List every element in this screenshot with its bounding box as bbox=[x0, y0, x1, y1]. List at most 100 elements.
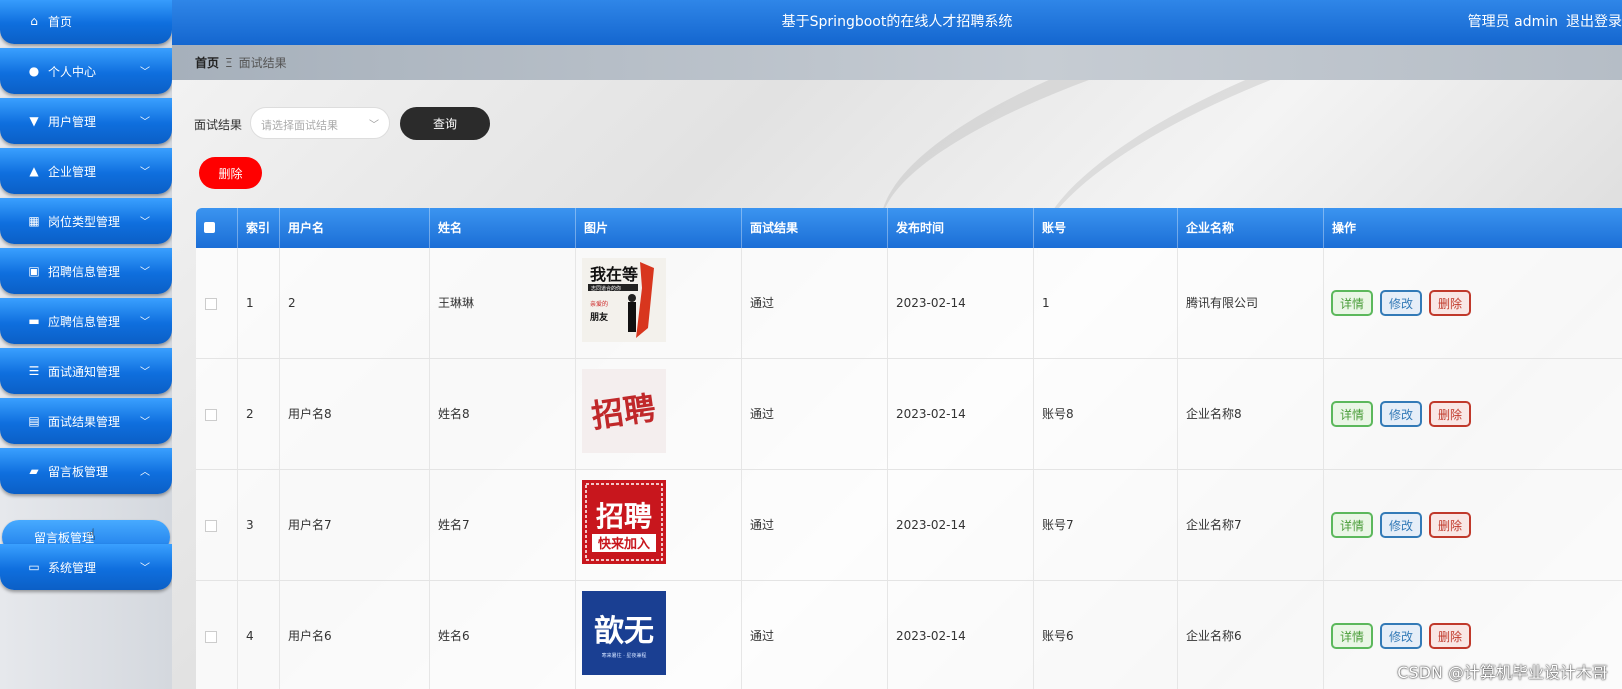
users-icon: ▼ bbox=[29, 114, 39, 128]
sidebar-item-application[interactable]: ▬ 应聘信息管理 ﹀ bbox=[0, 298, 172, 344]
app-title: 基于Springboot的在线人才招聘系统 bbox=[781, 14, 1013, 30]
poster-title: 我在等 bbox=[590, 265, 638, 284]
chevron-down-icon: ﹀ bbox=[140, 417, 150, 428]
table-row: 1 2 王琳琳 通过 2023-02-14 1 腾讯有限公司 我在等 志同道合的… bbox=[196, 248, 1622, 359]
header-company: 企业名称 bbox=[1178, 208, 1324, 248]
breadcrumb-current: 面试结果 bbox=[238, 56, 287, 70]
cell-username: 2 bbox=[280, 248, 430, 358]
delete-button[interactable]: 删除 bbox=[1429, 290, 1471, 316]
filter-label: 面试结果 bbox=[194, 118, 243, 132]
poster-subtitle: 志同道合的你 bbox=[591, 285, 621, 292]
briefcase-icon: ▣ bbox=[28, 264, 40, 278]
result-select[interactable]: 请选择面试结果 ﹀ bbox=[250, 107, 390, 139]
query-button[interactable]: 查询 bbox=[400, 107, 490, 140]
cell-name: 姓名6 bbox=[430, 581, 576, 689]
building-icon: ▲ bbox=[29, 164, 39, 178]
logout-link[interactable]: 退出登录 bbox=[1566, 14, 1622, 30]
edit-button[interactable]: 修改 bbox=[1380, 623, 1422, 649]
sidebar-item-recruit-info[interactable]: ▣ 招聘信息管理 ﹀ bbox=[0, 248, 172, 294]
sidebar-item-users[interactable]: ▼ 用户管理 ﹀ bbox=[0, 98, 172, 144]
list-icon: ☰ bbox=[28, 364, 40, 378]
sidebar-item-company[interactable]: ▲ 企业管理 ﹀ bbox=[0, 148, 172, 194]
chevron-down-icon: ﹀ bbox=[140, 117, 150, 128]
cell-username: 用户名6 bbox=[280, 581, 430, 689]
monitor-icon: ▭ bbox=[28, 560, 40, 574]
table-header: 索引 用户名 姓名 图片 面试结果 发布时间 账号 企业名称 操作 bbox=[196, 208, 1622, 248]
header-result: 面试结果 bbox=[742, 208, 888, 248]
chevron-down-icon: ﹀ bbox=[140, 67, 150, 78]
chevron-down-icon: ﹀ bbox=[140, 367, 150, 378]
detail-button[interactable]: 详情 bbox=[1331, 623, 1373, 649]
checkbox-cell bbox=[196, 581, 238, 689]
batch-delete-button[interactable]: 删除 bbox=[199, 157, 262, 189]
cell-company: 企业名称6 bbox=[1178, 581, 1324, 689]
cell-index: 1 bbox=[238, 248, 280, 358]
delete-button[interactable]: 删除 bbox=[1429, 623, 1471, 649]
sidebar-item-label: 个人中心 bbox=[48, 64, 97, 79]
chevron-down-icon: ﹀ bbox=[140, 563, 150, 574]
cell-index: 4 bbox=[238, 581, 280, 689]
blue-poster-big-text: 歆无 bbox=[594, 614, 654, 649]
edit-button[interactable]: 修改 bbox=[1380, 290, 1422, 316]
edit-button[interactable]: 修改 bbox=[1380, 512, 1422, 538]
cell-result: 通过 bbox=[742, 359, 888, 469]
sidebar-item-personal[interactable]: ● 个人中心 ﹀ bbox=[0, 48, 172, 94]
row-checkbox[interactable] bbox=[205, 409, 217, 421]
sidebar: ⌂ 首页 ● 个人中心 ﹀ ▼ 用户管理 ﹀ ▲ 企业管理 ﹀ ▦ 岗位类型管理… bbox=[0, 0, 172, 689]
blue-poster-small-text: 寒来暑往 · 星夜兼程 bbox=[602, 652, 647, 659]
main-content: 面试结果 请选择面试结果 ﹀ 查询 删除 索引 用户名 姓名 图片 面试结果 发… bbox=[172, 80, 1622, 689]
header-checkbox-cell bbox=[196, 208, 238, 248]
poster-line: 亲爱的 bbox=[590, 300, 608, 308]
cell-account: 账号6 bbox=[1034, 581, 1178, 689]
checkbox-cell bbox=[196, 359, 238, 469]
select-all-checkbox[interactable] bbox=[204, 222, 215, 233]
header-image: 图片 bbox=[576, 208, 742, 248]
sidebar-item-home[interactable]: ⌂ 首页 bbox=[0, 0, 172, 44]
cell-index: 2 bbox=[238, 359, 280, 469]
chevron-down-icon: ﹀ bbox=[140, 217, 150, 228]
row-checkbox[interactable] bbox=[205, 631, 217, 643]
cell-company: 企业名称8 bbox=[1178, 359, 1324, 469]
cell-company: 腾讯有限公司 bbox=[1178, 248, 1324, 358]
grid-icon: ▦ bbox=[28, 214, 40, 228]
home-icon: ⌂ bbox=[30, 14, 38, 28]
cell-name: 姓名7 bbox=[430, 470, 576, 580]
cell-result: 通过 bbox=[742, 470, 888, 580]
sidebar-item-interview-result[interactable]: ▤ 面试结果管理 ﹀ bbox=[0, 398, 172, 444]
detail-button[interactable]: 详情 bbox=[1331, 512, 1373, 538]
checkbox-cell bbox=[196, 248, 238, 358]
checkbox-cell bbox=[196, 470, 238, 580]
submenu-item-label: 留言板管理 bbox=[34, 530, 95, 545]
sidebar-item-label: 面试通知管理 bbox=[48, 364, 121, 379]
banner-big-text: 招聘 bbox=[596, 500, 652, 533]
sidebar-item-interview-notice[interactable]: ☰ 面试通知管理 ﹀ bbox=[0, 348, 172, 394]
delete-button[interactable]: 删除 bbox=[1429, 401, 1471, 427]
cell-account: 1 bbox=[1034, 248, 1178, 358]
sidebar-item-job-types[interactable]: ▦ 岗位类型管理 ﹀ bbox=[0, 198, 172, 244]
detail-button[interactable]: 详情 bbox=[1331, 401, 1373, 427]
sidebar-item-message-board[interactable]: ▰ 留言板管理 ︿ bbox=[0, 448, 172, 494]
sidebar-item-system[interactable]: ▭ 系统管理 ﹀ bbox=[0, 544, 172, 590]
breadcrumb-separator: Ξ bbox=[225, 56, 233, 70]
cell-username: 用户名7 bbox=[280, 470, 430, 580]
watermark: CSDN @计算机毕业设计木哥 bbox=[1397, 663, 1608, 682]
select-placeholder: 请选择面试结果 bbox=[261, 119, 338, 132]
cell-account: 账号8 bbox=[1034, 359, 1178, 469]
cell-username: 用户名8 bbox=[280, 359, 430, 469]
cell-time: 2023-02-14 bbox=[888, 359, 1034, 469]
cell-result: 通过 bbox=[742, 248, 888, 358]
hand-cursor-icon: ☝ bbox=[86, 525, 96, 544]
edit-button[interactable]: 修改 bbox=[1380, 401, 1422, 427]
top-header: 基于Springboot的在线人才招聘系统 管理员 admin 退出登录 bbox=[172, 0, 1622, 45]
breadcrumb-home[interactable]: 首页 bbox=[195, 56, 219, 70]
row-checkbox[interactable] bbox=[205, 520, 217, 532]
header-index: 索引 bbox=[238, 208, 280, 248]
detail-button[interactable]: 详情 bbox=[1331, 290, 1373, 316]
header-name: 姓名 bbox=[430, 208, 576, 248]
sidebar-item-label: 招聘信息管理 bbox=[48, 264, 121, 279]
sidebar-item-label: 企业管理 bbox=[48, 164, 97, 179]
row-checkbox[interactable] bbox=[205, 298, 217, 310]
breadcrumb: 首页 Ξ 面试结果 bbox=[195, 54, 287, 71]
user-area: 管理员 admin 退出登录 bbox=[1460, 11, 1622, 31]
delete-button[interactable]: 删除 bbox=[1429, 512, 1471, 538]
